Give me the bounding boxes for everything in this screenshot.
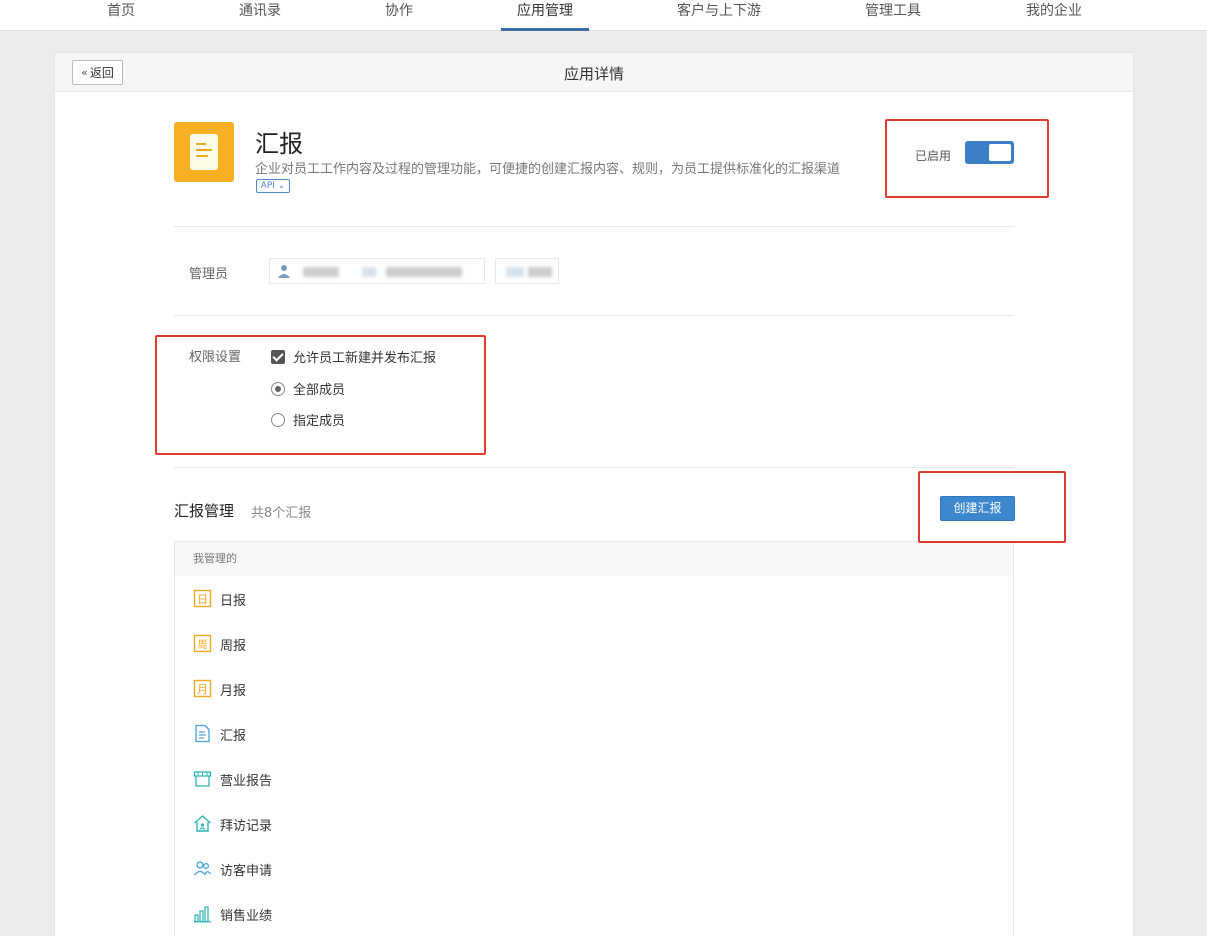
bar-chart-icon — [194, 906, 211, 923]
list-item-label: 拜访记录 — [220, 819, 273, 834]
house-visit-icon — [194, 815, 211, 832]
list-item-label: 营业报告 — [220, 774, 273, 789]
reports-count: 共8个汇报 — [251, 506, 312, 521]
admin-label: 管理员 — [189, 267, 229, 282]
daily-report-icon: 日 — [193, 589, 212, 608]
nav-item-my-enterprise[interactable]: 我的企业 — [1025, 0, 1083, 31]
nav-item-contacts[interactable]: 通讯录 — [238, 0, 282, 31]
monthly-report-icon: 月 — [193, 679, 212, 698]
enable-toggle[interactable] — [965, 141, 1014, 164]
list-item-business-report[interactable]: 营业报告 — [175, 756, 1013, 801]
allow-create-checkbox-row[interactable]: 允许员工新建并发布汇报 — [271, 347, 436, 366]
nav-item-customers[interactable]: 客户与上下游 — [676, 0, 762, 31]
list-item-daily[interactable]: 日 日报 — [175, 576, 1013, 621]
app-description: 企业对员工工作内容及过程的管理功能，可便捷的创建汇报内容、规则，为员工提供标准化… — [255, 162, 841, 177]
list-item-visitor-request[interactable]: 访客申请 — [175, 846, 1013, 891]
allow-create-checkbox[interactable] — [271, 349, 285, 364]
visitors-icon — [193, 861, 211, 876]
svg-text:周: 周 — [198, 639, 208, 651]
app-name: 汇报 — [255, 130, 303, 158]
radio-specified-members-row[interactable]: 指定成员 — [271, 410, 345, 429]
list-item-label: 日报 — [220, 594, 247, 609]
divider — [174, 315, 1014, 316]
report-group-header: 我管理的 — [175, 542, 1013, 576]
list-item-weekly[interactable]: 周 周报 — [175, 621, 1013, 666]
list-item-label: 访客申请 — [220, 864, 273, 879]
reports-section-title: 汇报管理 — [174, 502, 235, 520]
api-dropdown[interactable]: API ⌄ — [256, 179, 290, 193]
list-item-sales-performance[interactable]: 销售业绩 — [175, 891, 1013, 936]
radio-all-members-label: 全部成员 — [293, 383, 346, 398]
list-item-report[interactable]: 汇报 — [175, 711, 1013, 756]
list-item-visit-record[interactable]: 拜访记录 — [175, 801, 1013, 846]
radio-specified-members[interactable] — [271, 412, 285, 427]
admin-chip[interactable] — [495, 258, 559, 284]
divider — [174, 467, 1014, 468]
nav-item-home[interactable]: 首页 — [106, 0, 136, 31]
list-item-label: 汇报 — [220, 729, 247, 744]
svg-text:日: 日 — [197, 593, 208, 606]
weekly-report-icon: 周 — [193, 634, 212, 653]
report-document-icon — [190, 134, 218, 170]
report-list: 我管理的 日 日报 周 周报 月 月报 汇报 营业报告 拜访记录 访客申请 销售… — [174, 541, 1014, 936]
page-title: 应用详情 — [563, 65, 624, 83]
list-item-label: 月报 — [220, 684, 247, 699]
report-document-icon — [195, 724, 210, 743]
allow-create-label: 允许员工新建并发布汇报 — [293, 351, 437, 366]
api-tag-label: API — [260, 181, 275, 191]
status-label: 已启用 — [915, 149, 952, 163]
nav-item-collaboration[interactable]: 协作 — [384, 0, 414, 31]
list-item-label: 销售业绩 — [220, 909, 273, 924]
list-item-monthly[interactable]: 月 月报 — [175, 666, 1013, 711]
user-icon — [278, 265, 290, 278]
admin-chip[interactable] — [269, 258, 485, 284]
permissions-label: 权限设置 — [189, 350, 242, 365]
radio-all-members-row[interactable]: 全部成员 — [271, 379, 345, 398]
create-report-button[interactable]: 创建汇报 — [940, 496, 1015, 521]
card-header: « 返回 应用详情 — [55, 53, 1133, 92]
divider — [174, 226, 1014, 227]
storefront-icon — [193, 771, 212, 787]
svg-text:月: 月 — [197, 683, 208, 696]
nav-item-admin-tools[interactable]: 管理工具 — [864, 0, 922, 31]
top-nav: 首页 通讯录 协作 应用管理 客户与上下游 管理工具 我的企业 — [0, 0, 1207, 31]
app-icon — [174, 122, 234, 182]
radio-all-members[interactable] — [271, 381, 285, 396]
toggle-knob — [989, 144, 1011, 161]
radio-specified-members-label: 指定成员 — [293, 414, 346, 429]
list-item-label: 周报 — [220, 639, 247, 654]
nav-item-app-management[interactable]: 应用管理 — [501, 0, 589, 31]
